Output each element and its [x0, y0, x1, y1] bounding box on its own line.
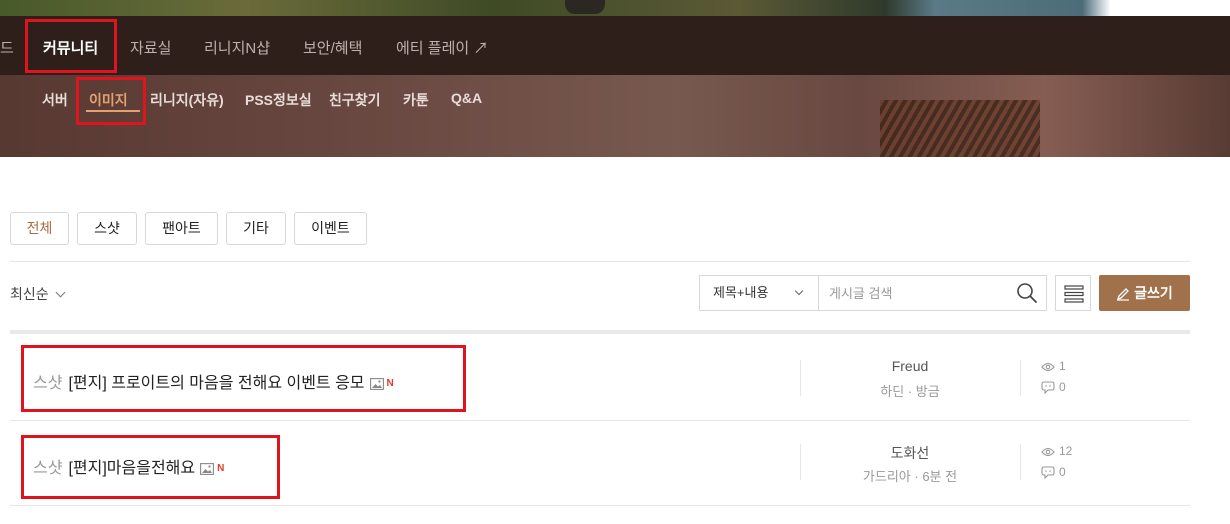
banner-artwork-structure	[880, 100, 1040, 157]
views-stat: 12	[1041, 444, 1072, 458]
column-divider	[1020, 444, 1021, 480]
tab-all[interactable]: 전체	[10, 212, 69, 245]
search-input[interactable]	[820, 276, 1012, 310]
write-post-button[interactable]: 글쓰기	[1099, 275, 1190, 311]
comments-stat: 0	[1041, 465, 1066, 480]
column-divider	[1020, 360, 1021, 396]
search-scope-label: 제목+내용	[713, 285, 769, 300]
post-server-time: 가드리아 · 6분 전	[862, 469, 958, 484]
chevron-down-icon	[794, 286, 804, 296]
chevron-down-icon	[55, 287, 66, 298]
tab-screenshot[interactable]: 스샷	[77, 212, 137, 245]
comment-icon	[1041, 381, 1055, 395]
sub-nav-item-friends[interactable]: 친구찾기	[329, 90, 381, 110]
views-count: 12	[1059, 444, 1073, 458]
post-author[interactable]: 도화선	[800, 443, 1020, 463]
post-server-time: 하딘 · 방금	[880, 384, 940, 399]
comments-count: 0	[1059, 465, 1066, 479]
sort-dropdown[interactable]: 최신순	[10, 284, 66, 304]
main-nav: 드 커뮤니티 자료실 리니지N샵 보안/혜택 에티 플레이 ↗	[0, 16, 1230, 75]
tab-event[interactable]: 이벤트	[294, 212, 367, 245]
main-nav-item-shop[interactable]: 리니지N샵	[204, 37, 270, 58]
main-nav-item-security[interactable]: 보안/혜택	[303, 37, 362, 58]
views-stat: 1	[1041, 359, 1066, 373]
tab-etc[interactable]: 기타	[226, 212, 286, 245]
sort-label: 최신순	[10, 286, 49, 302]
sub-nav-background	[0, 75, 1230, 157]
row-divider	[10, 505, 1190, 506]
tab-fanart[interactable]: 팬아트	[145, 212, 218, 245]
comments-stat: 0	[1041, 380, 1066, 395]
sub-nav-item-pss[interactable]: PSS정보실	[245, 90, 312, 110]
sub-nav-item-qa[interactable]: Q&A	[451, 90, 482, 106]
list-top-divider	[10, 330, 1190, 334]
sub-nav-item-cartoon[interactable]: 카툰	[403, 90, 429, 110]
comment-icon	[1041, 466, 1055, 480]
highlight-box-community	[25, 19, 117, 73]
main-nav-item-guide[interactable]: 드	[0, 37, 14, 58]
search-box: 제목+내용	[699, 275, 1047, 311]
pencil-icon	[1117, 288, 1130, 301]
list-view-button[interactable]	[1055, 275, 1091, 311]
list-view-icon	[1064, 285, 1084, 303]
eye-icon	[1041, 447, 1055, 456]
search-icon[interactable]	[1016, 282, 1038, 304]
main-nav-item-play[interactable]: 에티 플레이 ↗	[396, 37, 488, 58]
write-post-label: 글쓰기	[1134, 285, 1173, 301]
highlight-box-image	[76, 77, 146, 125]
page: 드 커뮤니티 자료실 리니지N샵 보안/혜택 에티 플레이 ↗ 서버 이미지 리…	[0, 0, 1230, 524]
search-scope-select[interactable]: 제목+내용	[700, 276, 819, 310]
views-count: 1	[1059, 359, 1066, 373]
main-nav-item-resources[interactable]: 자료실	[130, 37, 171, 58]
post-author[interactable]: Freud	[800, 358, 1020, 374]
highlight-box-post-2	[21, 435, 280, 499]
comments-count: 0	[1059, 380, 1066, 394]
sub-nav-item-server[interactable]: 서버	[42, 90, 68, 110]
highlight-box-post-1	[21, 345, 466, 412]
header-banner: 드 커뮤니티 자료실 리니지N샵 보안/혜택 에티 플레이 ↗ 서버 이미지 리…	[0, 0, 1230, 157]
banner-artwork	[0, 0, 1230, 16]
banner-artwork-detail	[565, 0, 605, 14]
eye-icon	[1041, 362, 1055, 371]
sub-nav-item-free[interactable]: 리니지(자유)	[150, 90, 224, 110]
divider	[10, 261, 1190, 262]
